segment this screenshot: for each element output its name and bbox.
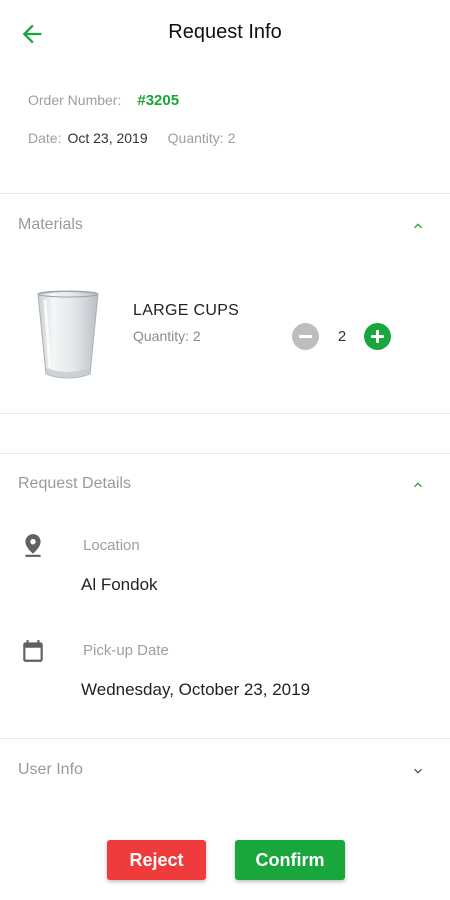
- quantity-stepper-value: 2: [337, 328, 347, 345]
- location-pin-icon: [25, 534, 41, 557]
- material-item: LARGE CUPS Quantity: 2 2: [0, 286, 450, 386]
- divider: [0, 193, 450, 194]
- chevron-down-icon[interactable]: [410, 763, 426, 779]
- date-label: Date:: [28, 130, 62, 146]
- order-number-value: #3205: [137, 92, 180, 109]
- order-date-row: Date: Oct 23, 2019 Quantity: 2: [28, 130, 235, 146]
- divider: [0, 738, 450, 739]
- decrement-button[interactable]: [292, 323, 319, 350]
- order-number-row: Order Number: #3205: [28, 92, 179, 109]
- materials-section-header[interactable]: Materials: [0, 216, 450, 240]
- page-title: Request Info: [168, 21, 282, 43]
- calendar-icon: [23, 640, 43, 662]
- order-number-label: Order Number:: [28, 92, 122, 108]
- chevron-up-icon[interactable]: [410, 477, 426, 493]
- chevron-up-icon[interactable]: [410, 218, 426, 234]
- location-value: Al Fondok: [81, 575, 158, 594]
- pickup-date-label: Pick-up Date: [83, 642, 169, 659]
- user-info-section-title: User Info: [18, 761, 83, 778]
- user-info-section-header[interactable]: User Info: [0, 761, 450, 785]
- divider: [0, 453, 450, 454]
- divider: [0, 413, 450, 414]
- app-bar: Request Info: [0, 0, 450, 66]
- cup-image: [37, 290, 99, 379]
- materials-section-title: Materials: [18, 216, 83, 233]
- quantity-label: Quantity:: [167, 130, 224, 146]
- material-quantity: Quantity: 2: [133, 328, 201, 344]
- increment-button[interactable]: [364, 323, 391, 350]
- pickup-date-value: Wednesday, October 23, 2019: [81, 680, 311, 699]
- quantity-value: 2: [227, 130, 236, 146]
- location-label: Location: [83, 537, 140, 554]
- date-value: Oct 23, 2019: [67, 130, 148, 146]
- reject-button[interactable]: Reject: [107, 840, 206, 880]
- request-details-section-title: Request Details: [18, 475, 131, 492]
- material-name: LARGE CUPS: [133, 302, 240, 319]
- request-details-section-header[interactable]: Request Details: [0, 475, 450, 499]
- confirm-button[interactable]: Confirm: [235, 840, 345, 880]
